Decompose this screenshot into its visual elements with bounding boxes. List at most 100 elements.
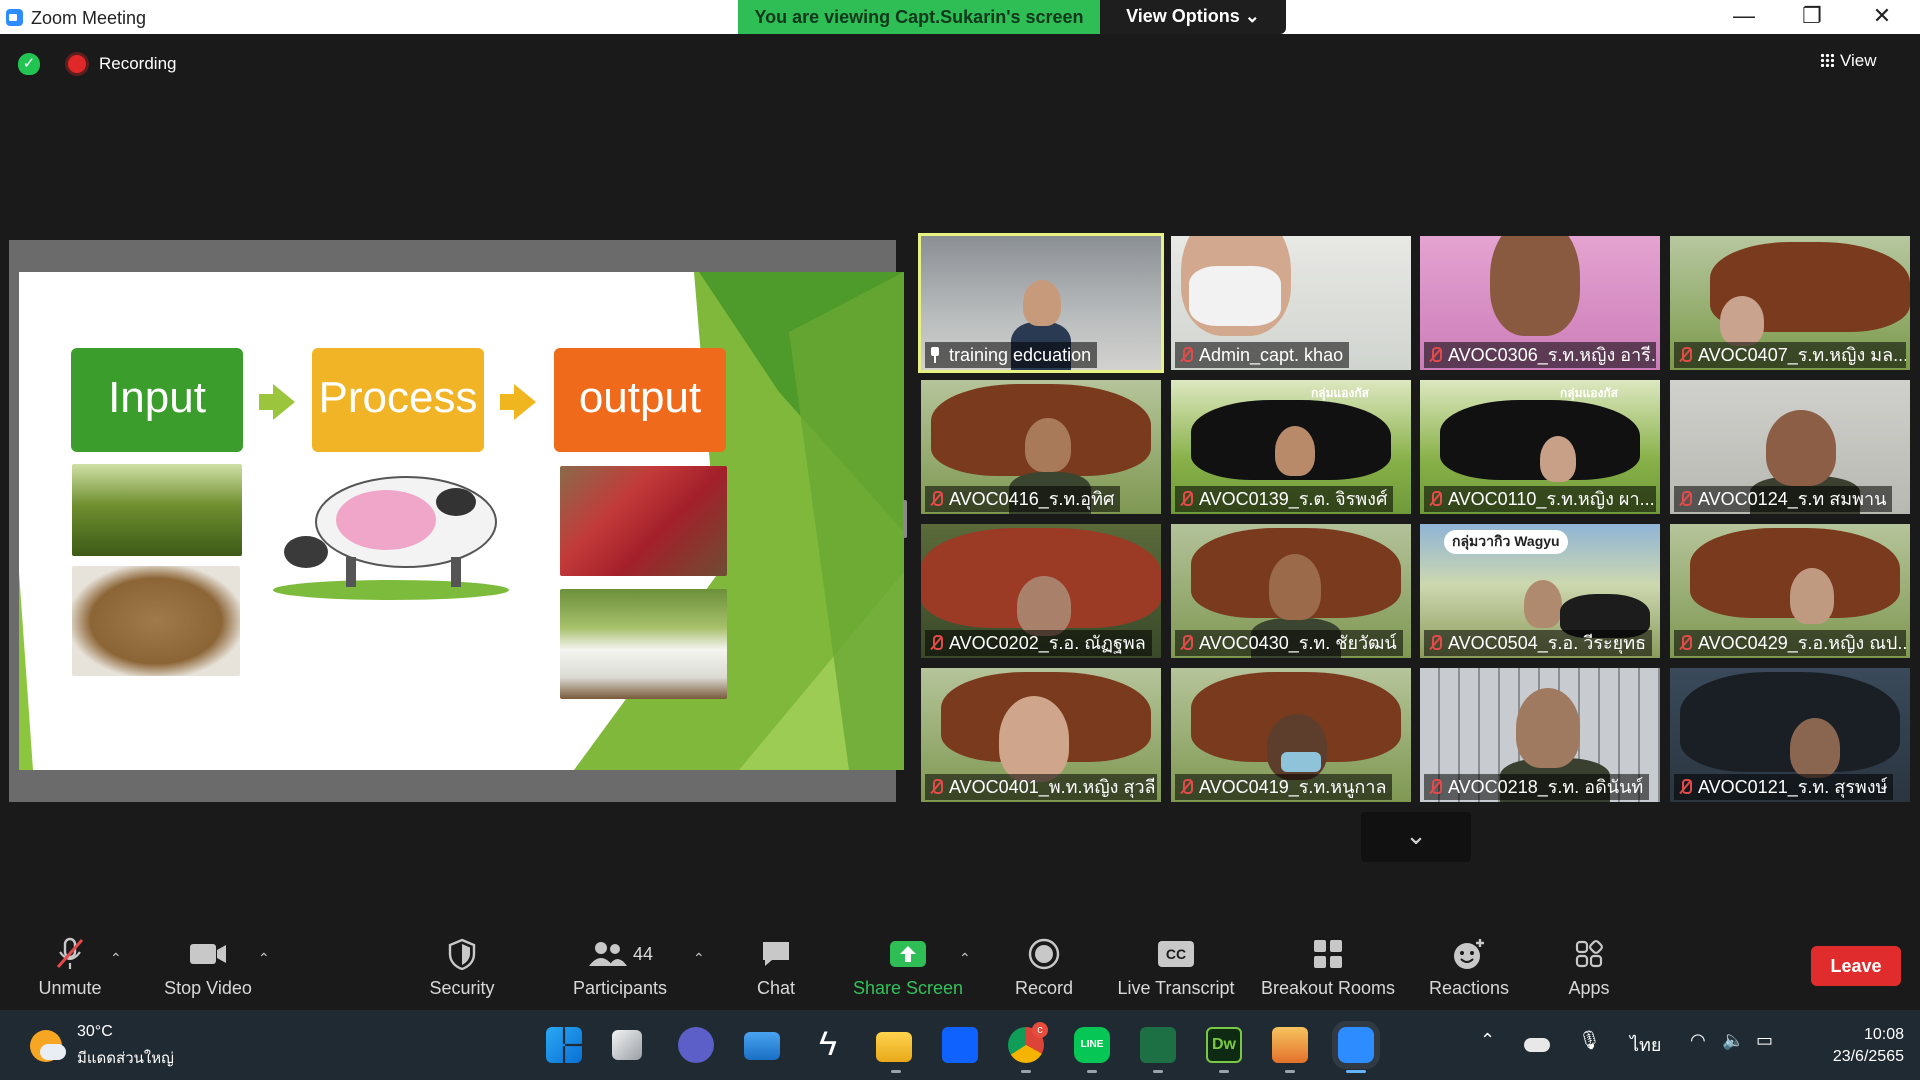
- dreamweaver-icon[interactable]: Dw: [1206, 1027, 1242, 1063]
- share-screen-icon: [852, 934, 964, 974]
- dropbox-icon[interactable]: [942, 1027, 978, 1063]
- mic-muted-icon: [1179, 491, 1193, 507]
- record-label: Record: [1014, 978, 1074, 998]
- participant-tile[interactable]: AVOC0218_ร.ท. อดินันท์: [1420, 668, 1660, 802]
- mic-muted-icon: [1179, 347, 1193, 363]
- pin-icon: [929, 347, 941, 363]
- excel-icon[interactable]: [1140, 1027, 1176, 1063]
- line-app-icon[interactable]: LINE: [1074, 1027, 1110, 1063]
- live-transcript-button[interactable]: CC Live Transcript: [1112, 934, 1240, 1004]
- system-clock[interactable]: 10:08 23/6/2565: [1824, 1024, 1904, 1068]
- mic-muted-icon: [929, 779, 943, 795]
- microphone-icon[interactable]: 🎙: [1578, 1030, 1601, 1051]
- mail-icon[interactable]: [744, 1032, 780, 1060]
- shared-screen: Input Process output: [9, 240, 904, 802]
- teams-chat-icon[interactable]: [678, 1027, 714, 1063]
- lightning-app-icon[interactable]: ϟ: [810, 1027, 846, 1063]
- show-hidden-icons-chevron-icon[interactable]: ⌃: [1480, 1030, 1495, 1051]
- participant-name: AVOC0419_ร.ท.หนูกาล: [1175, 774, 1393, 800]
- restore-button[interactable]: ❐: [1782, 0, 1842, 34]
- zoom-window: { "window": { "title": "Zoom Meeting", "…: [0, 0, 1920, 1080]
- breakout-rooms-button[interactable]: Breakout Rooms: [1258, 934, 1398, 1004]
- process-step-box: Process: [312, 348, 484, 452]
- volume-icon[interactable]: 🔈: [1722, 1030, 1744, 1051]
- participant-name: AVOC0407_ร.ท.หญิง มล...: [1674, 342, 1906, 368]
- stop-video-button[interactable]: Stop Video: [160, 934, 256, 1004]
- view-layout-button[interactable]: View: [1820, 45, 1908, 77]
- stop-video-label: Stop Video: [164, 978, 252, 998]
- participant-tile[interactable]: AVOC0121_ร.ท. สุรพงษ์: [1670, 668, 1910, 802]
- participant-tile[interactable]: AVOC0202_ร.อ. ณัฏฐพล: [921, 524, 1161, 658]
- security-button[interactable]: Security: [420, 934, 504, 1004]
- audio-options-caret[interactable]: ⌃: [110, 950, 122, 967]
- onedrive-cloud-icon[interactable]: [1524, 1038, 1550, 1052]
- participant-name: AVOC0139_ร.ต. จิรพงศ์: [1175, 486, 1394, 512]
- live-transcript-label: Live Transcript: [1117, 978, 1235, 998]
- grid-icon: [1820, 53, 1834, 67]
- leave-button[interactable]: Leave: [1811, 946, 1901, 986]
- apps-button[interactable]: Apps: [1556, 934, 1622, 1004]
- windows-start-icon[interactable]: [546, 1027, 582, 1063]
- participant-tile[interactable]: AVOC0419_ร.ท.หนูกาล: [1171, 668, 1411, 802]
- share-options-caret[interactable]: ⌃: [959, 950, 971, 967]
- security-shield-icon[interactable]: ✓: [18, 53, 40, 75]
- mic-muted-icon: [929, 491, 943, 507]
- participant-tile[interactable]: AVOC0429_ร.อ.หญิง ณป...: [1670, 524, 1910, 658]
- input-step-label: Input: [108, 373, 206, 422]
- mic-muted-icon: [1678, 779, 1692, 795]
- share-screen-label: Share Screen: [852, 978, 964, 998]
- battery-charging-icon[interactable]: ▭: [1756, 1030, 1773, 1051]
- participants-button[interactable]: 44 Participants: [566, 934, 674, 1004]
- close-button[interactable]: ✕: [1852, 0, 1912, 34]
- share-screen-button[interactable]: Share Screen: [852, 934, 964, 1004]
- participant-tile[interactable]: กลุ่มวากิว Wagyu AVOC0504_ร.อ. วีระยุทธ: [1420, 524, 1660, 658]
- participant-tile[interactable]: กลุ่มแองกัส AVOC0139_ร.ต. จิรพงศ์: [1171, 380, 1411, 514]
- weather-condition: มีแดดส่วนใหญ่: [77, 1050, 174, 1067]
- video-options-caret[interactable]: ⌃: [258, 950, 270, 967]
- mic-muted-icon: [1179, 635, 1193, 651]
- security-label: Security: [429, 978, 495, 998]
- participant-tile[interactable]: AVOC0401_พ.ท.หญิง สุวลี: [921, 668, 1161, 802]
- chat-bubble-icon: [740, 934, 812, 974]
- weather-partly-sunny-icon[interactable]: [30, 1030, 66, 1062]
- file-explorer-icon[interactable]: [876, 1032, 912, 1062]
- participant-name: AVOC0429_ร.อ.หญิง ณป...: [1674, 630, 1906, 656]
- participant-tile[interactable]: AVOC0430_ร.ท. ชัยวัฒน์: [1171, 524, 1411, 658]
- view-label: View: [1840, 51, 1877, 70]
- media-player-icon[interactable]: [1272, 1027, 1308, 1063]
- process-step-label: Process: [318, 373, 478, 422]
- zoom-taskbar-icon[interactable]: [1338, 1027, 1374, 1063]
- participant-tile[interactable]: AVOC0416_ร.ท.อุทิศ: [921, 380, 1161, 514]
- chat-button[interactable]: Chat: [740, 934, 812, 1004]
- video-camera-icon: [160, 934, 256, 974]
- participant-tile[interactable]: training edcuation: [918, 233, 1164, 373]
- milk-photo: [560, 589, 727, 699]
- panel-splitter-handle[interactable]: [903, 500, 907, 538]
- minimize-button[interactable]: —: [1714, 0, 1774, 34]
- participant-tile[interactable]: กลุ่มแองกัส AVOC0110_ร.ท.หญิง ผา...: [1420, 380, 1660, 514]
- input-language[interactable]: ไทย: [1630, 1030, 1661, 1059]
- task-view-icon[interactable]: [612, 1030, 642, 1060]
- mic-muted-icon: [1678, 635, 1692, 651]
- reactions-button[interactable]: Reactions: [1426, 934, 1512, 1004]
- participants-options-caret[interactable]: ⌃: [693, 950, 705, 967]
- gallery-next-page-button[interactable]: ⌄: [1361, 812, 1471, 862]
- apps-label: Apps: [1568, 978, 1610, 998]
- participant-tile[interactable]: AVOC0124_ร.ท สมพาน: [1670, 380, 1910, 514]
- record-button[interactable]: Record: [1006, 934, 1082, 1004]
- unmute-button[interactable]: Unmute: [28, 934, 112, 1004]
- chevron-down-icon: ⌄: [1405, 820, 1427, 850]
- closed-caption-icon: CC: [1112, 934, 1240, 974]
- participant-name: AVOC0430_ร.ท. ชัยวัฒน์: [1175, 630, 1403, 656]
- unmute-label: Unmute: [38, 978, 102, 998]
- participants-count: 44: [632, 943, 654, 964]
- participant-tile[interactable]: Admin_capt. khao: [1171, 236, 1411, 370]
- participant-tile[interactable]: AVOC0407_ร.ท.หญิง มล...: [1670, 236, 1910, 370]
- shield-icon: [420, 934, 504, 974]
- participant-tile[interactable]: AVOC0306_ร.ท.หญิง อารี...: [1420, 236, 1660, 370]
- mic-muted-icon: [1678, 491, 1692, 507]
- mic-muted-icon: [1428, 347, 1442, 363]
- view-options-button[interactable]: View Options ⌄: [1100, 0, 1286, 34]
- wifi-icon[interactable]: ◠: [1690, 1030, 1706, 1051]
- arrow-right-icon: [273, 384, 295, 420]
